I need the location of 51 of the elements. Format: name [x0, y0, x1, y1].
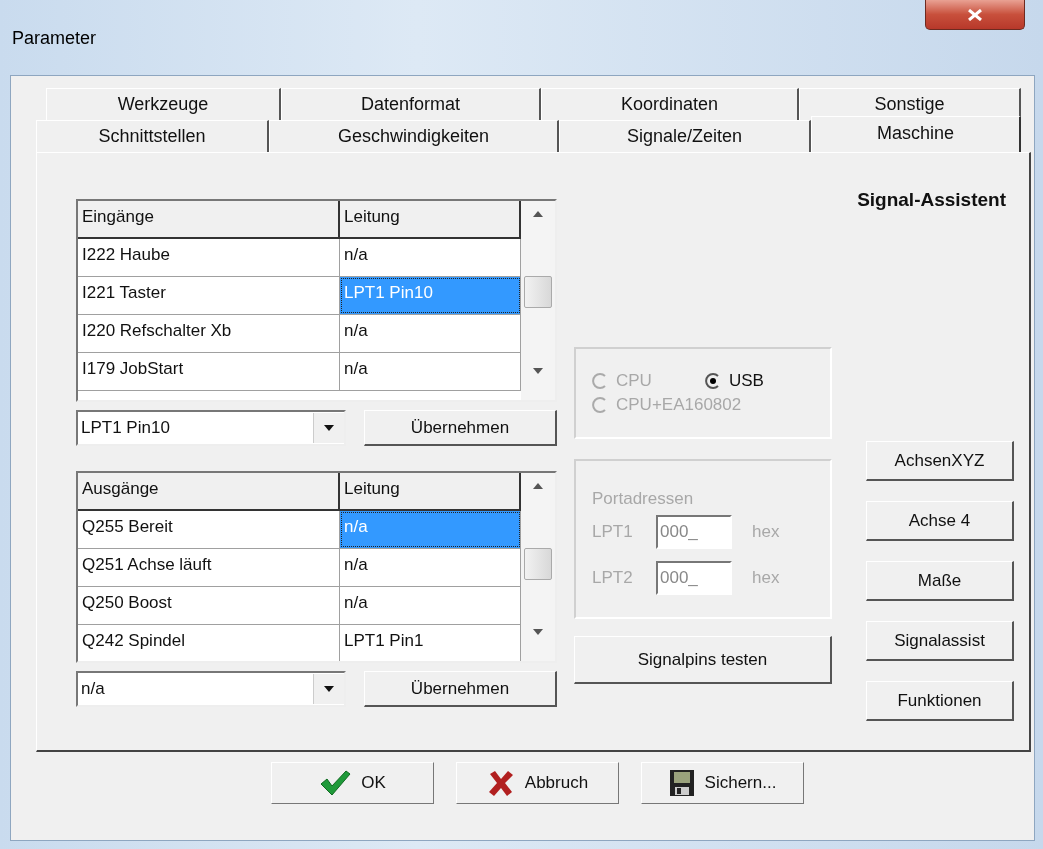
scrollbar[interactable]: [521, 201, 555, 400]
scroll-down-icon[interactable]: [533, 629, 543, 635]
line-dropdown[interactable]: n/a: [76, 671, 346, 707]
check-icon: [319, 769, 352, 797]
tab[interactable]: Geschwindigkeiten: [269, 120, 559, 152]
radio-label: CPU: [616, 371, 652, 391]
table-cell: Q251 Achse läuft: [78, 549, 340, 586]
apply-button[interactable]: Übernehmen: [364, 671, 557, 707]
tab[interactable]: Maschine: [811, 116, 1021, 152]
dialog-button[interactable]: OK: [271, 762, 434, 804]
tab[interactable]: Werkzeuge: [46, 88, 281, 120]
tab[interactable]: Datenformat: [281, 88, 541, 120]
scroll-thumb[interactable]: [524, 276, 552, 308]
dialog-button[interactable]: Abbruch: [456, 762, 619, 804]
tab[interactable]: Schnittstellen: [36, 120, 269, 152]
nav-button[interactable]: Achse 4: [866, 501, 1014, 541]
line-dropdown[interactable]: LPT1 Pin10: [76, 410, 346, 446]
nav-button[interactable]: AchsenXYZ: [866, 441, 1014, 481]
tab[interactable]: Signale/Zeiten: [559, 120, 811, 152]
radio-label: USB: [729, 371, 764, 391]
table-cell: I222 Haube: [78, 239, 340, 276]
dialog-button[interactable]: Sichern...: [641, 762, 804, 804]
close-button[interactable]: [925, 0, 1025, 30]
test-button[interactable]: Signalpins testen: [574, 636, 832, 684]
radio-button[interactable]: [705, 373, 721, 389]
nav-button[interactable]: Signalassist: [866, 621, 1014, 661]
cross-icon: [486, 769, 515, 797]
port-label: LPT1: [592, 522, 634, 542]
table-cell: Q242 Spindel: [78, 625, 340, 661]
radio-label: CPU+EA160802: [616, 395, 742, 415]
group-label: Portadressen: [592, 489, 695, 509]
scroll-up-icon[interactable]: [533, 483, 543, 489]
dropdown-arrow-icon[interactable]: [324, 686, 334, 692]
scroll-up-icon[interactable]: [533, 211, 543, 217]
apply-button[interactable]: Übernehmen: [364, 410, 557, 446]
port-label: LPT2: [592, 568, 634, 588]
window-title: Parameter: [12, 28, 97, 49]
unit-label: hex: [752, 522, 780, 542]
table-cell: I220 Refschalter Xb: [78, 315, 340, 352]
scroll-thumb[interactable]: [524, 548, 552, 580]
close-icon[interactable]: [968, 8, 982, 21]
table-cell: I179 JobStart: [78, 353, 340, 390]
tab[interactable]: Koordinaten: [541, 88, 799, 120]
dropdown-arrow-icon[interactable]: [324, 425, 334, 431]
section-heading: Signal-Assistent: [857, 189, 1006, 211]
unit-label: hex: [752, 568, 780, 588]
nav-button[interactable]: Maße: [866, 561, 1014, 601]
table-cell: Q250 Boost: [78, 587, 340, 624]
scrollbar[interactable]: [521, 473, 555, 661]
nav-button[interactable]: Funktionen: [866, 681, 1014, 721]
scroll-down-icon[interactable]: [533, 368, 543, 374]
